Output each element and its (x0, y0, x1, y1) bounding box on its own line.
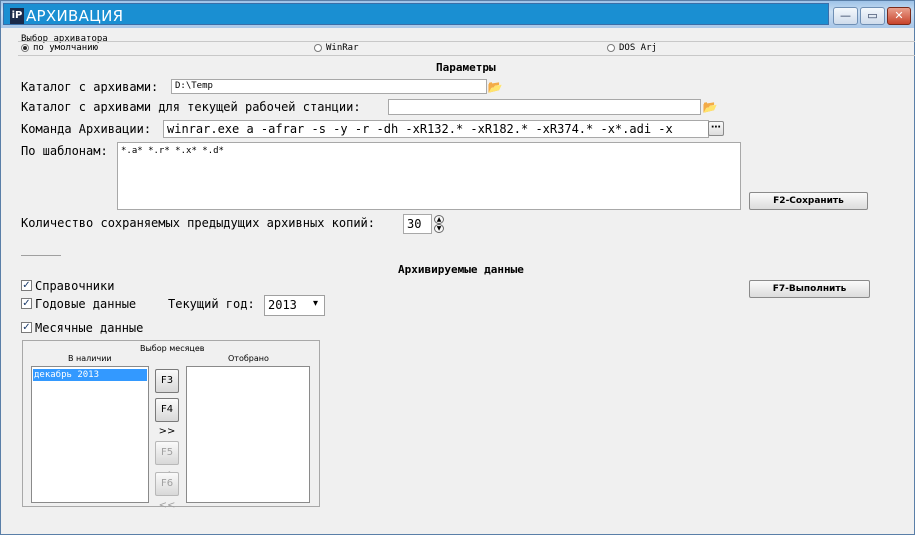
archive-dir-browse-icon[interactable]: 📂 (487, 80, 503, 94)
check-yearly-label: Годовые данные (35, 297, 137, 311)
patterns-label: По шаблонам: (21, 144, 108, 158)
radio-default[interactable] (21, 44, 29, 52)
copies-label: Количество сохраняемых предыдущих архивн… (21, 216, 376, 230)
minimize-button[interactable]: — (833, 7, 858, 25)
command-ellipsis-button[interactable]: ⋯ (708, 121, 724, 136)
radio-dos-arj[interactable] (607, 44, 615, 52)
close-button[interactable]: ✕ (887, 7, 911, 25)
radio-default-label: по умолчанию (33, 43, 99, 53)
chevron-down-icon: ▾ (313, 298, 319, 309)
check-monthly[interactable]: ✓ (21, 322, 32, 333)
year-value: 2013 (268, 298, 297, 312)
check-monthly-label: Месячные данные (35, 321, 144, 335)
archiver-divider (18, 55, 915, 56)
save-button[interactable]: F2-Сохранить (749, 192, 868, 210)
list-item-label: декабрь 2013 (34, 370, 100, 380)
ws-dir-input[interactable] (388, 99, 701, 115)
selected-months-list[interactable] (186, 366, 310, 503)
year-select[interactable]: 2013 ▾ (264, 295, 325, 316)
available-label: В наличии (68, 354, 112, 363)
copies-down-icon[interactable]: ▼ (434, 224, 444, 233)
archive-dir-input[interactable]: D:\Temp (171, 79, 487, 94)
title-bar[interactable]: iP АРХИВАЦИЯ — ▭ ✕ (1, 1, 914, 28)
radio-dos-arj-label: DOS Arj (619, 43, 657, 53)
year-label: Текущий год: (168, 297, 255, 311)
archive-dir-label: Каталог с архивами: (21, 80, 159, 94)
move-all-left-button[interactable]: F6 << (155, 472, 179, 511)
command-input[interactable]: winrar.exe a -afrar -s -y -r -dh -xR132.… (163, 120, 709, 138)
params-title: Параметры (436, 61, 496, 74)
move-all-right-button[interactable]: F4 >> (155, 398, 179, 437)
move-one-right-button[interactable]: F3 > (155, 369, 179, 408)
main-window: iP АРХИВАЦИЯ — ▭ ✕ Выбор архиватора по у… (0, 0, 915, 535)
ws-dir-browse-icon[interactable]: 📂 (702, 100, 718, 114)
restore-button[interactable]: ▭ (860, 7, 885, 25)
app-icon: iP (10, 8, 24, 24)
ws-dir-label: Каталог с архивами для текущей рабочей с… (21, 100, 361, 114)
patterns-textarea[interactable]: *.a* *.r* *.x* *.d* (117, 142, 741, 210)
archiver-group-frame (18, 41, 915, 55)
command-label: Команда Архивации: (21, 122, 152, 136)
run-button[interactable]: F7-Выполнить (749, 280, 870, 298)
months-group-title: Выбор месяцев (140, 344, 205, 353)
list-item[interactable]: декабрь 2013 (33, 369, 147, 381)
selected-label: Отобрано (228, 354, 269, 363)
check-yearly[interactable]: ✓ (21, 298, 32, 309)
available-months-list[interactable]: декабрь 2013 (31, 366, 149, 503)
window-title: АРХИВАЦИЯ (26, 7, 124, 25)
copies-up-icon[interactable]: ▲ (434, 215, 444, 224)
radio-winrar[interactable] (314, 44, 322, 52)
radio-winrar-label: WinRar (326, 43, 359, 53)
move-one-left-button[interactable]: F5 < (155, 441, 179, 480)
archived-title: Архивируемые данные (398, 263, 524, 276)
check-directories-label: Справочники (35, 279, 115, 293)
section-divider (21, 255, 61, 256)
copies-input[interactable]: 30 (403, 214, 432, 234)
title-bar-active: iP АРХИВАЦИЯ (3, 3, 829, 25)
check-directories[interactable]: ✓ (21, 280, 32, 291)
